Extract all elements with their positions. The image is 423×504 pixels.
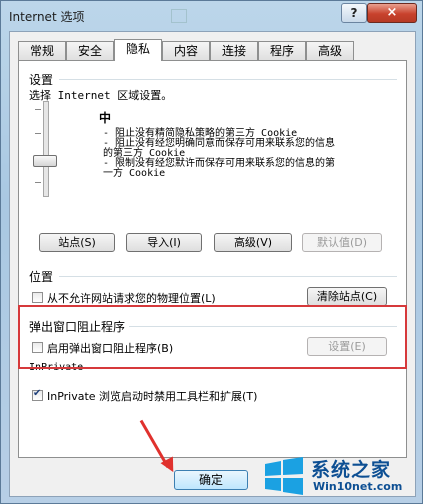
- slider-tick: [35, 109, 41, 110]
- tab-programs[interactable]: 程序: [258, 41, 306, 60]
- location-checkbox-label[interactable]: 从不允许网站请求您的物理位置(L): [47, 290, 216, 306]
- tab-content[interactable]: 内容: [162, 41, 210, 60]
- slider-tick: [35, 133, 41, 134]
- clear-sites-button[interactable]: 清除站点(C): [307, 287, 387, 306]
- tab-privacy[interactable]: 隐私: [114, 39, 162, 61]
- highlight-box: [18, 305, 407, 369]
- help-button[interactable]: ?: [341, 3, 367, 23]
- tab-general[interactable]: 常规: [18, 41, 66, 60]
- location-group-label: 位置: [29, 270, 54, 284]
- advanced-button[interactable]: 高级(V): [214, 233, 292, 252]
- watermark: 系统之家 Win10net.com: [261, 453, 421, 499]
- internet-options-window: Internet 选项 ? × 常规 安全 隐私 内容 连接 程序 高级 设置 …: [0, 0, 423, 504]
- watermark-brand: 系统之家: [311, 459, 392, 481]
- settings-group-label: 设置: [29, 73, 54, 87]
- privacy-panel: 设置 选择 Internet 区域设置。 中 - 阻止没有精简隐私策略的第三方 …: [18, 60, 407, 458]
- tab-connections[interactable]: 连接: [210, 41, 258, 60]
- windows-logo-icon: [265, 457, 303, 495]
- inprivate-checkbox-label[interactable]: InPrivate 浏览启动时禁用工具栏和扩展(T): [47, 388, 257, 404]
- location-checkbox[interactable]: [32, 292, 43, 303]
- desc-line: 一方 Cookie: [103, 168, 166, 179]
- window-title: Internet 选项: [9, 10, 85, 24]
- privacy-level-description: - 阻止没有精简隐私策略的第三方 Cookie - 阻止没有经您明确同意而保存可…: [103, 129, 403, 179]
- watermark-url: Win10net.com: [313, 480, 403, 493]
- slider-thumb[interactable]: [33, 155, 57, 167]
- dialog-client: 常规 安全 隐私 内容 连接 程序 高级 设置 选择 Internet 区域设置…: [9, 31, 416, 497]
- slider-track[interactable]: [43, 101, 49, 197]
- default-button[interactable]: 默认值(D): [302, 233, 382, 252]
- ok-button[interactable]: 确定: [174, 470, 248, 490]
- inprivate-checkbox[interactable]: [32, 388, 43, 401]
- tab-security[interactable]: 安全: [66, 41, 114, 60]
- privacy-level-name: 中: [99, 111, 112, 125]
- window-icon: [171, 9, 187, 23]
- import-button[interactable]: 导入(I): [126, 233, 202, 252]
- sites-button[interactable]: 站点(S): [39, 233, 115, 252]
- title-bar[interactable]: Internet 选项 ? ×: [1, 1, 422, 31]
- settings-divider: [59, 79, 397, 80]
- slider-tick: [35, 182, 41, 183]
- zone-prompt: 选择 Internet 区域设置。: [29, 89, 173, 102]
- tab-advanced[interactable]: 高级: [306, 41, 354, 60]
- close-button[interactable]: ×: [367, 3, 417, 23]
- location-divider: [59, 276, 397, 277]
